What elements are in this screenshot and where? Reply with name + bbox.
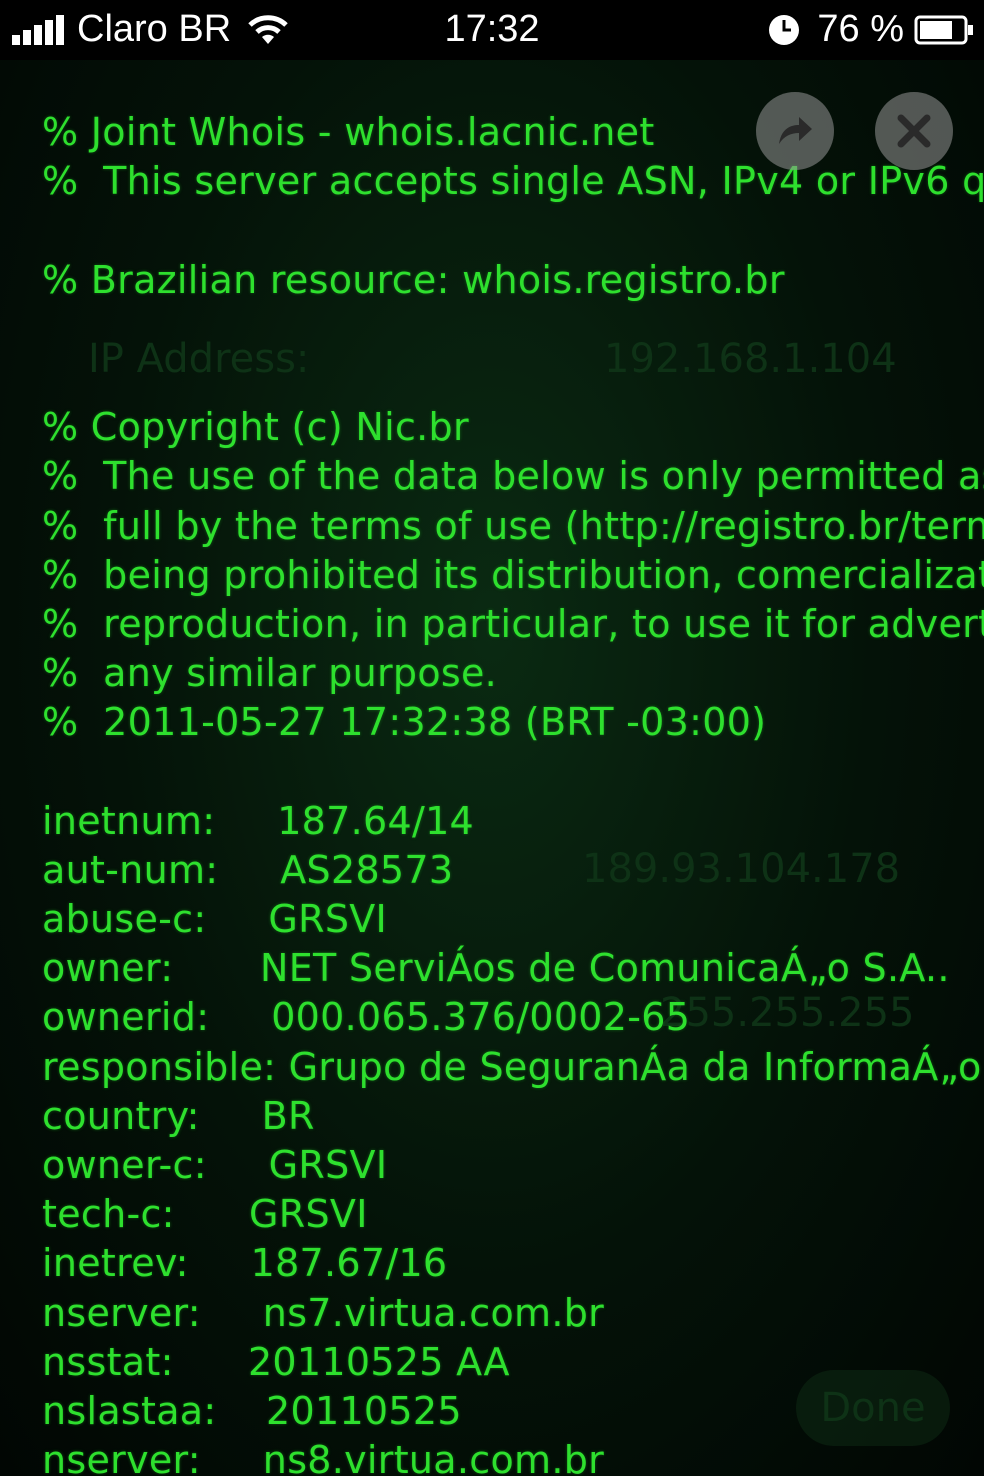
whois-line [42, 206, 984, 255]
whois-line: % Joint Whois - whois.lacnic.net [42, 110, 655, 154]
battery-percent: 76 % [817, 8, 904, 50]
whois-line: inetnum: 187.64/14 [42, 798, 475, 843]
whois-line: % This server accepts single ASN, IPv4 o… [42, 159, 984, 204]
whois-line: nslastaa: 20110525 [42, 1388, 462, 1433]
whois-line: % reproduction, in particular, to use it… [42, 601, 984, 646]
whois-line: nserver: ns8.virtua.com.br [42, 1438, 605, 1476]
whois-line: % being prohibited its distribution, com… [42, 552, 984, 597]
status-bar: Claro BR 17:32 76 % [0, 0, 984, 60]
whois-line: nsstat: 20110525 AA [42, 1339, 510, 1384]
whois-line: abuse-c: GRSVI [42, 897, 388, 941]
whois-line [42, 354, 984, 403]
close-icon [897, 114, 931, 148]
whois-line: % full by the terms of use (http://regis… [42, 503, 984, 548]
clock-icon [769, 14, 800, 45]
whois-line: % Copyright (c) Nic.br [42, 405, 469, 450]
whois-line: aut-num: AS28573 [42, 847, 454, 892]
whois-line [42, 747, 984, 796]
battery-icon [914, 15, 973, 44]
whois-line: % The use of the data below is only perm… [42, 454, 984, 499]
share-button[interactable] [756, 92, 834, 170]
whois-line: % Brazilian resource: whois.registro.br [42, 257, 785, 302]
whois-line: owner: NET ServiÁos de ComunicaÁ„o S.A.. [42, 946, 950, 991]
whois-line: responsible: Grupo de SeguranÁa da Infor… [42, 1044, 984, 1089]
whois-line: tech-c: GRSVI [42, 1192, 368, 1237]
whois-line: inetrev: 187.67/16 [42, 1241, 448, 1286]
whois-line: owner-c: GRSVI [42, 1142, 388, 1187]
status-right-group: 76 % [767, 8, 974, 51]
whois-line [42, 305, 984, 354]
whois-line: % 2011-05-27 17:32:38 (BRT -03:00) [42, 700, 767, 745]
whois-terminal[interactable]: IP Address: 192.168.1.104 189.93.104.178… [0, 60, 984, 1476]
whois-line: nserver: ns7.virtua.com.br [42, 1290, 605, 1335]
close-button[interactable] [875, 92, 953, 170]
whois-output: % Joint Whois - whois.lacnic.net % This … [42, 108, 984, 1476]
whois-line: ownerid: 000.065.376/0002-65 [42, 995, 691, 1040]
whois-line: % any similar purpose. [42, 651, 498, 696]
share-arrow-icon [779, 117, 812, 144]
whois-line: country: BR [42, 1093, 315, 1138]
